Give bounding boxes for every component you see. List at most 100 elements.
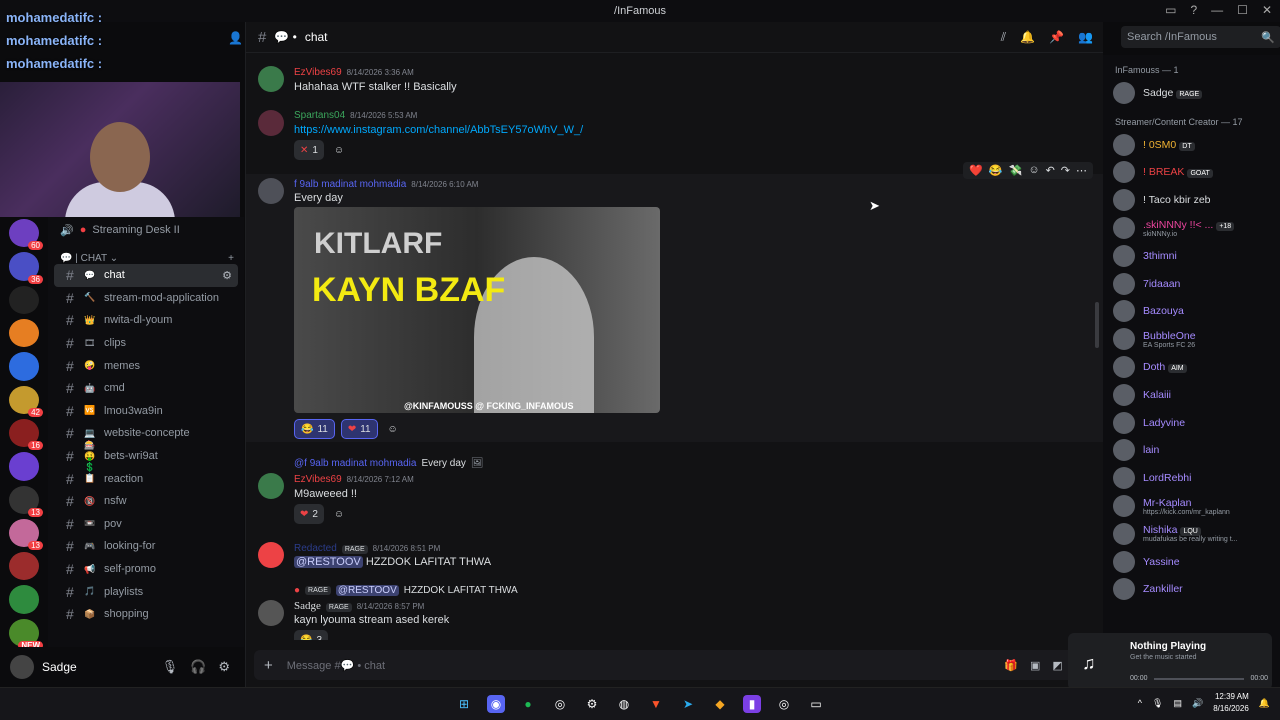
volume-icon[interactable]: 🔊: [1192, 698, 1203, 709]
green-server-icon[interactable]: [9, 585, 39, 614]
add-reaction-icon[interactable]: ☺: [1028, 164, 1039, 177]
settings-icon[interactable]: ⚙: [583, 695, 601, 713]
channel-stream-mod-application[interactable]: # 🔨 stream-mod-application: [54, 287, 238, 310]
channel-shopping[interactable]: # 📦 shopping: [54, 603, 238, 626]
headphones-icon[interactable]: 🎧: [190, 659, 206, 675]
member-item[interactable]: Kalaiii: [1103, 381, 1280, 409]
reply-icon[interactable]: ↶: [1046, 164, 1055, 177]
avatar[interactable]: [258, 178, 284, 204]
monkey-server-icon[interactable]: 42: [9, 385, 43, 417]
gif-icon[interactable]: ▣: [1030, 659, 1040, 672]
mention[interactable]: @RESTOOV: [294, 556, 363, 568]
member-item[interactable]: Doth AIM: [1103, 353, 1280, 381]
avatar[interactable]: [258, 473, 284, 499]
tray-chevron-icon[interactable]: ^: [1138, 698, 1142, 708]
brave-icon[interactable]: ▼: [647, 695, 665, 713]
reaction-heart[interactable]: ❤ 2: [294, 504, 324, 524]
twitch-icon[interactable]: ▮: [743, 695, 761, 713]
username[interactable]: Redacted: [294, 543, 337, 554]
member-item[interactable]: Mr-Kaplan https://kick.com/mr_kaplann: [1103, 492, 1280, 520]
spotify-icon[interactable]: ●: [519, 695, 537, 713]
more-icon[interactable]: ⋯: [1076, 164, 1087, 177]
channel-nsfw[interactable]: # 🔞 nsfw: [54, 490, 238, 513]
member-item[interactable]: Nishika LQU mudafukas be really writing t.…: [1103, 520, 1280, 548]
cat-server-icon[interactable]: 60: [9, 219, 43, 251]
reaction-x[interactable]: ✕ 1: [294, 140, 324, 160]
laugh-react-icon[interactable]: 😂: [989, 164, 1003, 177]
member-item[interactable]: ! BREAK GOAT: [1103, 159, 1280, 187]
clock[interactable]: 12:39 AM 8/16/2026: [1213, 691, 1249, 715]
close-button[interactable]: ✕: [1262, 3, 1272, 17]
username[interactable]: Sadge: [42, 660, 77, 674]
avatar[interactable]: [258, 66, 284, 92]
anime-server-icon[interactable]: 13: [9, 518, 43, 551]
add-reaction-button[interactable]: ☺: [384, 419, 402, 439]
channel-settings-icon[interactable]: ⚙: [222, 269, 232, 282]
username[interactable]: Sadge: [294, 600, 321, 612]
obs-icon[interactable]: ◍: [615, 695, 633, 713]
app-icon[interactable]: ◆: [711, 695, 729, 713]
member-item[interactable]: Sadge RAGE: [1103, 79, 1280, 107]
attach-plus-icon[interactable]: +: [264, 657, 273, 674]
network-icon[interactable]: ▤: [1173, 698, 1182, 709]
channel-category[interactable]: 💬 | CHAT ⌄ +: [48, 253, 244, 264]
wiki-server-icon[interactable]: [9, 318, 39, 348]
settings-gear-icon[interactable]: ⚙: [218, 659, 230, 675]
avatar[interactable]: [258, 110, 284, 136]
red-server-icon[interactable]: 16: [9, 418, 43, 451]
channel-nwita-dl-youm[interactable]: # 👑 nwita-dl-youm: [54, 309, 238, 332]
username[interactable]: f 9alb madinat mohmadia: [294, 179, 406, 190]
channel-pov[interactable]: # 📼 pov: [54, 513, 238, 536]
member-item[interactable]: Ladyvine: [1103, 409, 1280, 437]
gift-icon[interactable]: 🎁: [1004, 659, 1018, 672]
sticker-icon[interactable]: ◩: [1052, 659, 1062, 672]
voice-channel[interactable]: 🔊 ● Streaming Desk II: [48, 217, 244, 243]
pin-icon[interactable]: 📌: [1049, 30, 1064, 45]
message-image[interactable]: KITLARF KAYN BZAF @KINFAMOUSS @ FCKING_I…: [294, 207, 660, 413]
members-icon[interactable]: 👥: [1078, 30, 1093, 45]
threads-icon[interactable]: ⫽: [1001, 30, 1006, 45]
username[interactable]: EzVibes69: [294, 67, 342, 78]
windows-start-icon[interactable]: ⊞: [455, 695, 473, 713]
message-composer[interactable]: + Message #💬 • chat 🎁 ▣ ◩ ☺: [254, 650, 1096, 680]
member-item[interactable]: Yassine: [1103, 548, 1280, 576]
search-input[interactable]: Search /InFamous 🔍: [1121, 26, 1280, 48]
channel-website-concepte[interactable]: # 💻 website-concepte: [54, 422, 238, 445]
channel-chat[interactable]: # 💬 chat ⚙: [54, 264, 238, 287]
member-item[interactable]: 7idaaan: [1103, 270, 1280, 298]
inbox-icon[interactable]: ▭: [1165, 3, 1176, 17]
microphone-icon[interactable]: 🎙: [162, 659, 179, 675]
channel-self-promo[interactable]: # 📢 self-promo: [54, 558, 238, 581]
haven-server-icon[interactable]: [9, 352, 39, 381]
username[interactable]: Spartans04: [294, 110, 345, 121]
add-reaction-button[interactable]: ☺: [330, 140, 348, 160]
channel-looking-for[interactable]: # 🎮 looking-for: [54, 535, 238, 558]
bell-icon[interactable]: 🔔: [1020, 30, 1035, 45]
reaction-laugh[interactable]: 😂 3: [294, 630, 329, 640]
pepe-server-icon[interactable]: NEW: [9, 618, 43, 651]
minimize-button[interactable]: —: [1211, 3, 1223, 17]
member-item[interactable]: Bazouya: [1103, 298, 1280, 326]
chrome-icon[interactable]: ◎: [775, 695, 793, 713]
reaction-heart[interactable]: ❤ 11: [340, 419, 378, 439]
avatar[interactable]: [258, 542, 284, 568]
channel-clips[interactable]: # 🎞 clips: [54, 332, 238, 355]
member-item[interactable]: ! Taco kbir zeb: [1103, 186, 1280, 214]
scrollbar[interactable]: [1095, 302, 1099, 348]
heart-react-icon[interactable]: ❤️: [969, 164, 983, 177]
member-item[interactable]: ! 0SM0 DT: [1103, 131, 1280, 159]
notification-bell-icon[interactable]: 🔔: [1259, 698, 1270, 709]
map-server-icon[interactable]: [9, 552, 39, 581]
money-react-icon[interactable]: 💸: [1009, 164, 1023, 177]
reaction-laugh[interactable]: 😂 11: [294, 419, 335, 439]
add-reaction-button[interactable]: ☺: [330, 504, 348, 524]
channel-reaction[interactable]: # 📋 reaction: [54, 467, 238, 490]
monitor-icon[interactable]: ▭: [807, 695, 825, 713]
avatar[interactable]: [10, 655, 34, 679]
discord-icon[interactable]: ◉: [487, 695, 505, 713]
message-input[interactable]: Message #💬 • chat: [287, 659, 385, 672]
vv-server-icon[interactable]: [9, 452, 39, 481]
channel-playlists[interactable]: # 🎵 playlists: [54, 580, 238, 603]
progress-bar[interactable]: [1153, 677, 1245, 680]
forward-icon[interactable]: ↷: [1061, 164, 1070, 177]
